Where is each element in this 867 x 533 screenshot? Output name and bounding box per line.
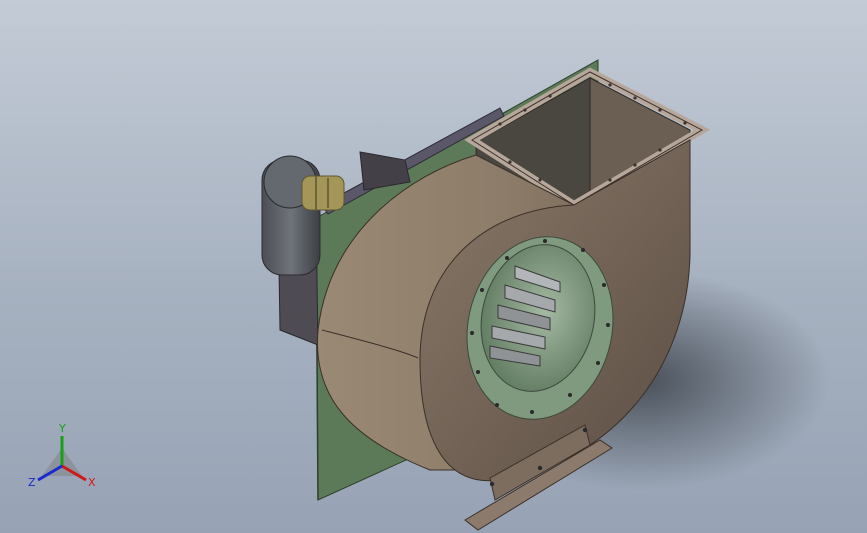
foot-bolt	[537, 465, 543, 471]
triad-y-label: Y	[58, 422, 66, 435]
coupling	[301, 175, 345, 211]
fan-model-view[interactable]: Y X Z	[0, 0, 867, 533]
triad-z-label: Z	[28, 476, 36, 489]
foot-bolt	[582, 427, 588, 433]
orientation-triad[interactable]: Y X Z	[28, 422, 96, 489]
cad-viewport[interactable]: Y X Z	[0, 0, 867, 533]
triad-x-label: X	[88, 476, 96, 489]
foot-bolt	[489, 481, 495, 487]
